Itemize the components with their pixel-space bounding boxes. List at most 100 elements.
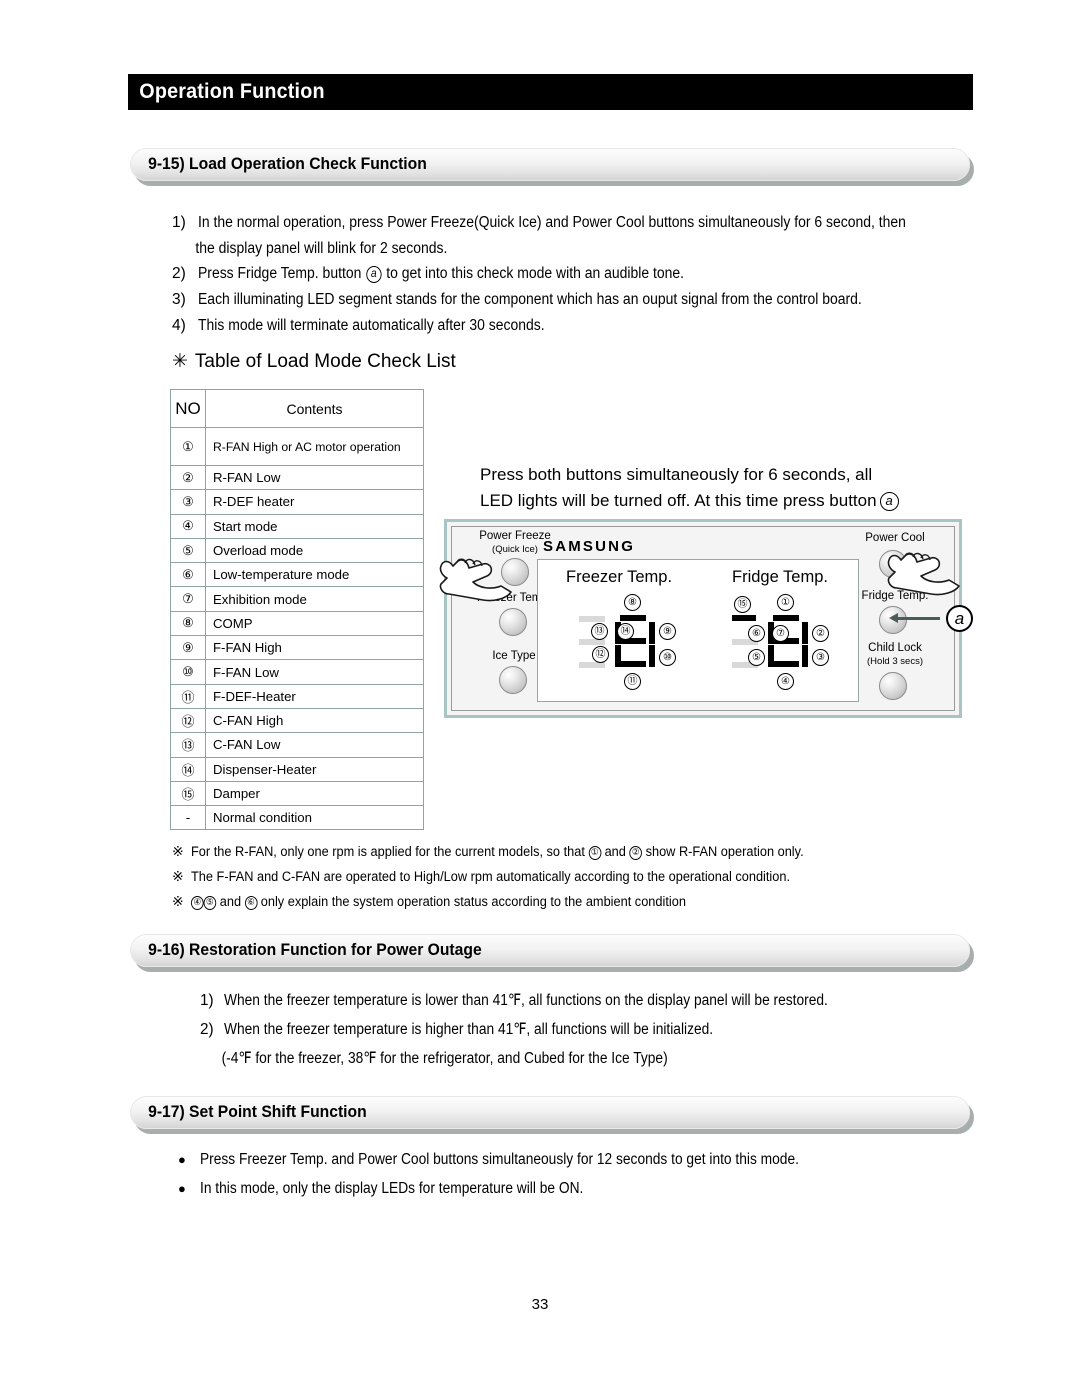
footnote-text-post: only explain the system operation status… bbox=[257, 894, 686, 910]
segment-number-callout: ⑮ bbox=[734, 596, 751, 613]
row-contents: R-FAN Low bbox=[205, 464, 424, 491]
list-text: Press Freezer Temp. and Power Cool butto… bbox=[200, 1151, 799, 1168]
ghost-segment bbox=[579, 639, 605, 645]
row-contents: Overload mode bbox=[205, 537, 424, 564]
row-no: ⑭ bbox=[170, 756, 206, 782]
table-row: ② R-FAN Low bbox=[170, 464, 424, 491]
list-item: 1) When the freezer temperature is lower… bbox=[200, 986, 990, 1015]
footnote-mark: ※ bbox=[172, 844, 184, 860]
power-freeze-label-text: Power Freeze bbox=[479, 530, 551, 542]
table-row: ④ Start mode bbox=[170, 513, 424, 539]
freezer-temp-button[interactable] bbox=[499, 608, 527, 636]
row-no: ④ bbox=[170, 513, 206, 539]
footnote-mark: ※ bbox=[172, 894, 184, 910]
bullet-icon: ● bbox=[178, 1152, 186, 1167]
panel-instruction: Press both buttons simultaneously for 6 … bbox=[480, 462, 900, 514]
circled-number-icon: ① bbox=[588, 846, 602, 860]
segment-number-callout: ① bbox=[777, 594, 794, 611]
circled-number-icon: ② bbox=[629, 846, 643, 860]
row-no: ⑥ bbox=[170, 562, 206, 588]
list-marker: 1) bbox=[200, 992, 214, 1009]
instruction-list-9-15: 1) In the normal operation, press Power … bbox=[172, 210, 982, 339]
list-text-continuation: (-4℉ for the freezer, 38℉ for the refrig… bbox=[221, 1050, 668, 1067]
segment-number-callout: ⑫ bbox=[592, 646, 609, 663]
table-row: ⑫ C-FAN High bbox=[170, 707, 424, 734]
fridge-seven-segment-display: ⑮ ① ⑥ ⑦ ② ⑤ ③ ④ bbox=[726, 594, 856, 694]
row-contents: R-FAN High or AC motor operation bbox=[205, 427, 424, 466]
segment-lower-right bbox=[649, 645, 655, 667]
segment-number-callout: ③ bbox=[812, 649, 829, 666]
page-number: 33 bbox=[531, 1296, 549, 1313]
segment-lower-right bbox=[802, 645, 808, 667]
list-text: When the freezer temperature is lower th… bbox=[224, 992, 828, 1009]
pointing-hand-left-icon bbox=[439, 558, 512, 602]
row-no: ⑦ bbox=[170, 586, 206, 612]
segment-number-callout: ⑬ bbox=[591, 623, 608, 640]
row-contents: Start mode bbox=[205, 513, 424, 539]
footnote-text: ④⑤ and ⑥ only explain the system operati… bbox=[191, 890, 686, 915]
row-contents: C-FAN Low bbox=[205, 732, 424, 758]
footnote-text-post: show R-FAN operation only. bbox=[642, 844, 804, 860]
load-mode-check-table: NO Contents ① R-FAN High or AC motor ope… bbox=[170, 389, 424, 831]
circled-number-icon: ④ bbox=[191, 896, 204, 910]
segment-top bbox=[620, 615, 646, 621]
table-row: - Normal condition bbox=[170, 805, 424, 831]
footnote-text: The F-FAN and C-FAN are operated to High… bbox=[191, 869, 791, 885]
segment-number-callout: ⑤ bbox=[748, 649, 765, 666]
segment-number-callout: ⑨ bbox=[659, 623, 676, 640]
row-no: ⑨ bbox=[170, 635, 206, 661]
fridge-temp-display-label: Fridge Temp. bbox=[732, 568, 828, 586]
table-row: ⑧ COMP bbox=[170, 610, 424, 637]
circled-a-icon: a bbox=[879, 492, 899, 511]
row-contents: F-FAN Low bbox=[205, 659, 424, 685]
table-row: ⑮ Damper bbox=[170, 780, 424, 807]
callout-a-label: a bbox=[946, 605, 973, 632]
row-no: ⑬ bbox=[170, 732, 206, 758]
refrigerator-display-panel: SAMSUNG Power Freeze (Quick Ice) Freezer… bbox=[439, 519, 962, 718]
list-text-post: to get into this check mode with an audi… bbox=[382, 265, 684, 282]
child-lock-label-text: Child Lock bbox=[868, 642, 922, 654]
segment-top bbox=[773, 615, 799, 621]
row-contents: Damper bbox=[205, 780, 424, 807]
row-no: ⑫ bbox=[170, 707, 206, 734]
child-lock-button[interactable] bbox=[879, 672, 907, 700]
footnote-item: ※ The F-FAN and C-FAN are operated to Hi… bbox=[172, 865, 992, 890]
table-row: ⑦ Exhibition mode bbox=[170, 586, 424, 612]
footnote-text-mid: and bbox=[216, 894, 245, 910]
row-contents: Exhibition mode bbox=[205, 586, 424, 612]
ghost-segment bbox=[579, 616, 605, 622]
table-row: ⑭ Dispenser-Heater bbox=[170, 756, 424, 782]
list-text: When the freezer temperature is higher t… bbox=[224, 1021, 714, 1038]
table-row: ⑩ F-FAN Low bbox=[170, 659, 424, 685]
section-heading-9-15: 9-15) Load Operation Check Function bbox=[130, 148, 970, 181]
panel-instruction-line1: Press both buttons simultaneously for 6 … bbox=[480, 465, 873, 484]
row-no: ⑤ bbox=[170, 537, 206, 564]
power-cool-label-text: Power Cool bbox=[865, 532, 925, 544]
row-no: ③ bbox=[170, 489, 206, 515]
pointing-hand-right-icon bbox=[887, 552, 960, 596]
list-marker: 1) bbox=[172, 214, 186, 231]
row-no: ⑩ bbox=[170, 659, 206, 685]
power-cool-label: Power Cool bbox=[845, 532, 945, 545]
footnote-text-pre: For the R-FAN, only one rpm is applied f… bbox=[191, 844, 589, 860]
table-caption: ✳ Table of Load Mode Check List bbox=[172, 350, 456, 373]
row-no: ⑪ bbox=[170, 683, 206, 709]
row-no: ② bbox=[170, 464, 206, 491]
segment-number-callout: ④ bbox=[777, 673, 794, 690]
instruction-list-9-16: 1) When the freezer temperature is lower… bbox=[200, 986, 990, 1073]
section-heading-9-17: 9-17) Set Point Shift Function bbox=[130, 1096, 970, 1129]
table-row: ③ R-DEF heater bbox=[170, 489, 424, 515]
instruction-list-9-17: ● Press Freezer Temp. and Power Cool but… bbox=[178, 1145, 988, 1203]
table-body: ① R-FAN High or AC motor operation ② R-F… bbox=[170, 427, 424, 831]
list-marker: 2) bbox=[172, 265, 186, 282]
list-item: 1) In the normal operation, press Power … bbox=[172, 210, 982, 235]
table-row: ⑨ F-FAN High bbox=[170, 635, 424, 661]
row-contents: R-DEF heater bbox=[205, 489, 424, 515]
footnote-text: For the R-FAN, only one rpm is applied f… bbox=[191, 840, 804, 865]
row-no: ⑮ bbox=[170, 780, 206, 807]
ice-type-button[interactable] bbox=[499, 666, 527, 694]
segment-bottom bbox=[620, 661, 646, 667]
list-text: Each illuminating LED segment stands for… bbox=[198, 291, 862, 308]
panel-instruction-line2: LED lights will be turned off. At this t… bbox=[480, 488, 900, 514]
row-contents: C-FAN High bbox=[205, 707, 424, 734]
